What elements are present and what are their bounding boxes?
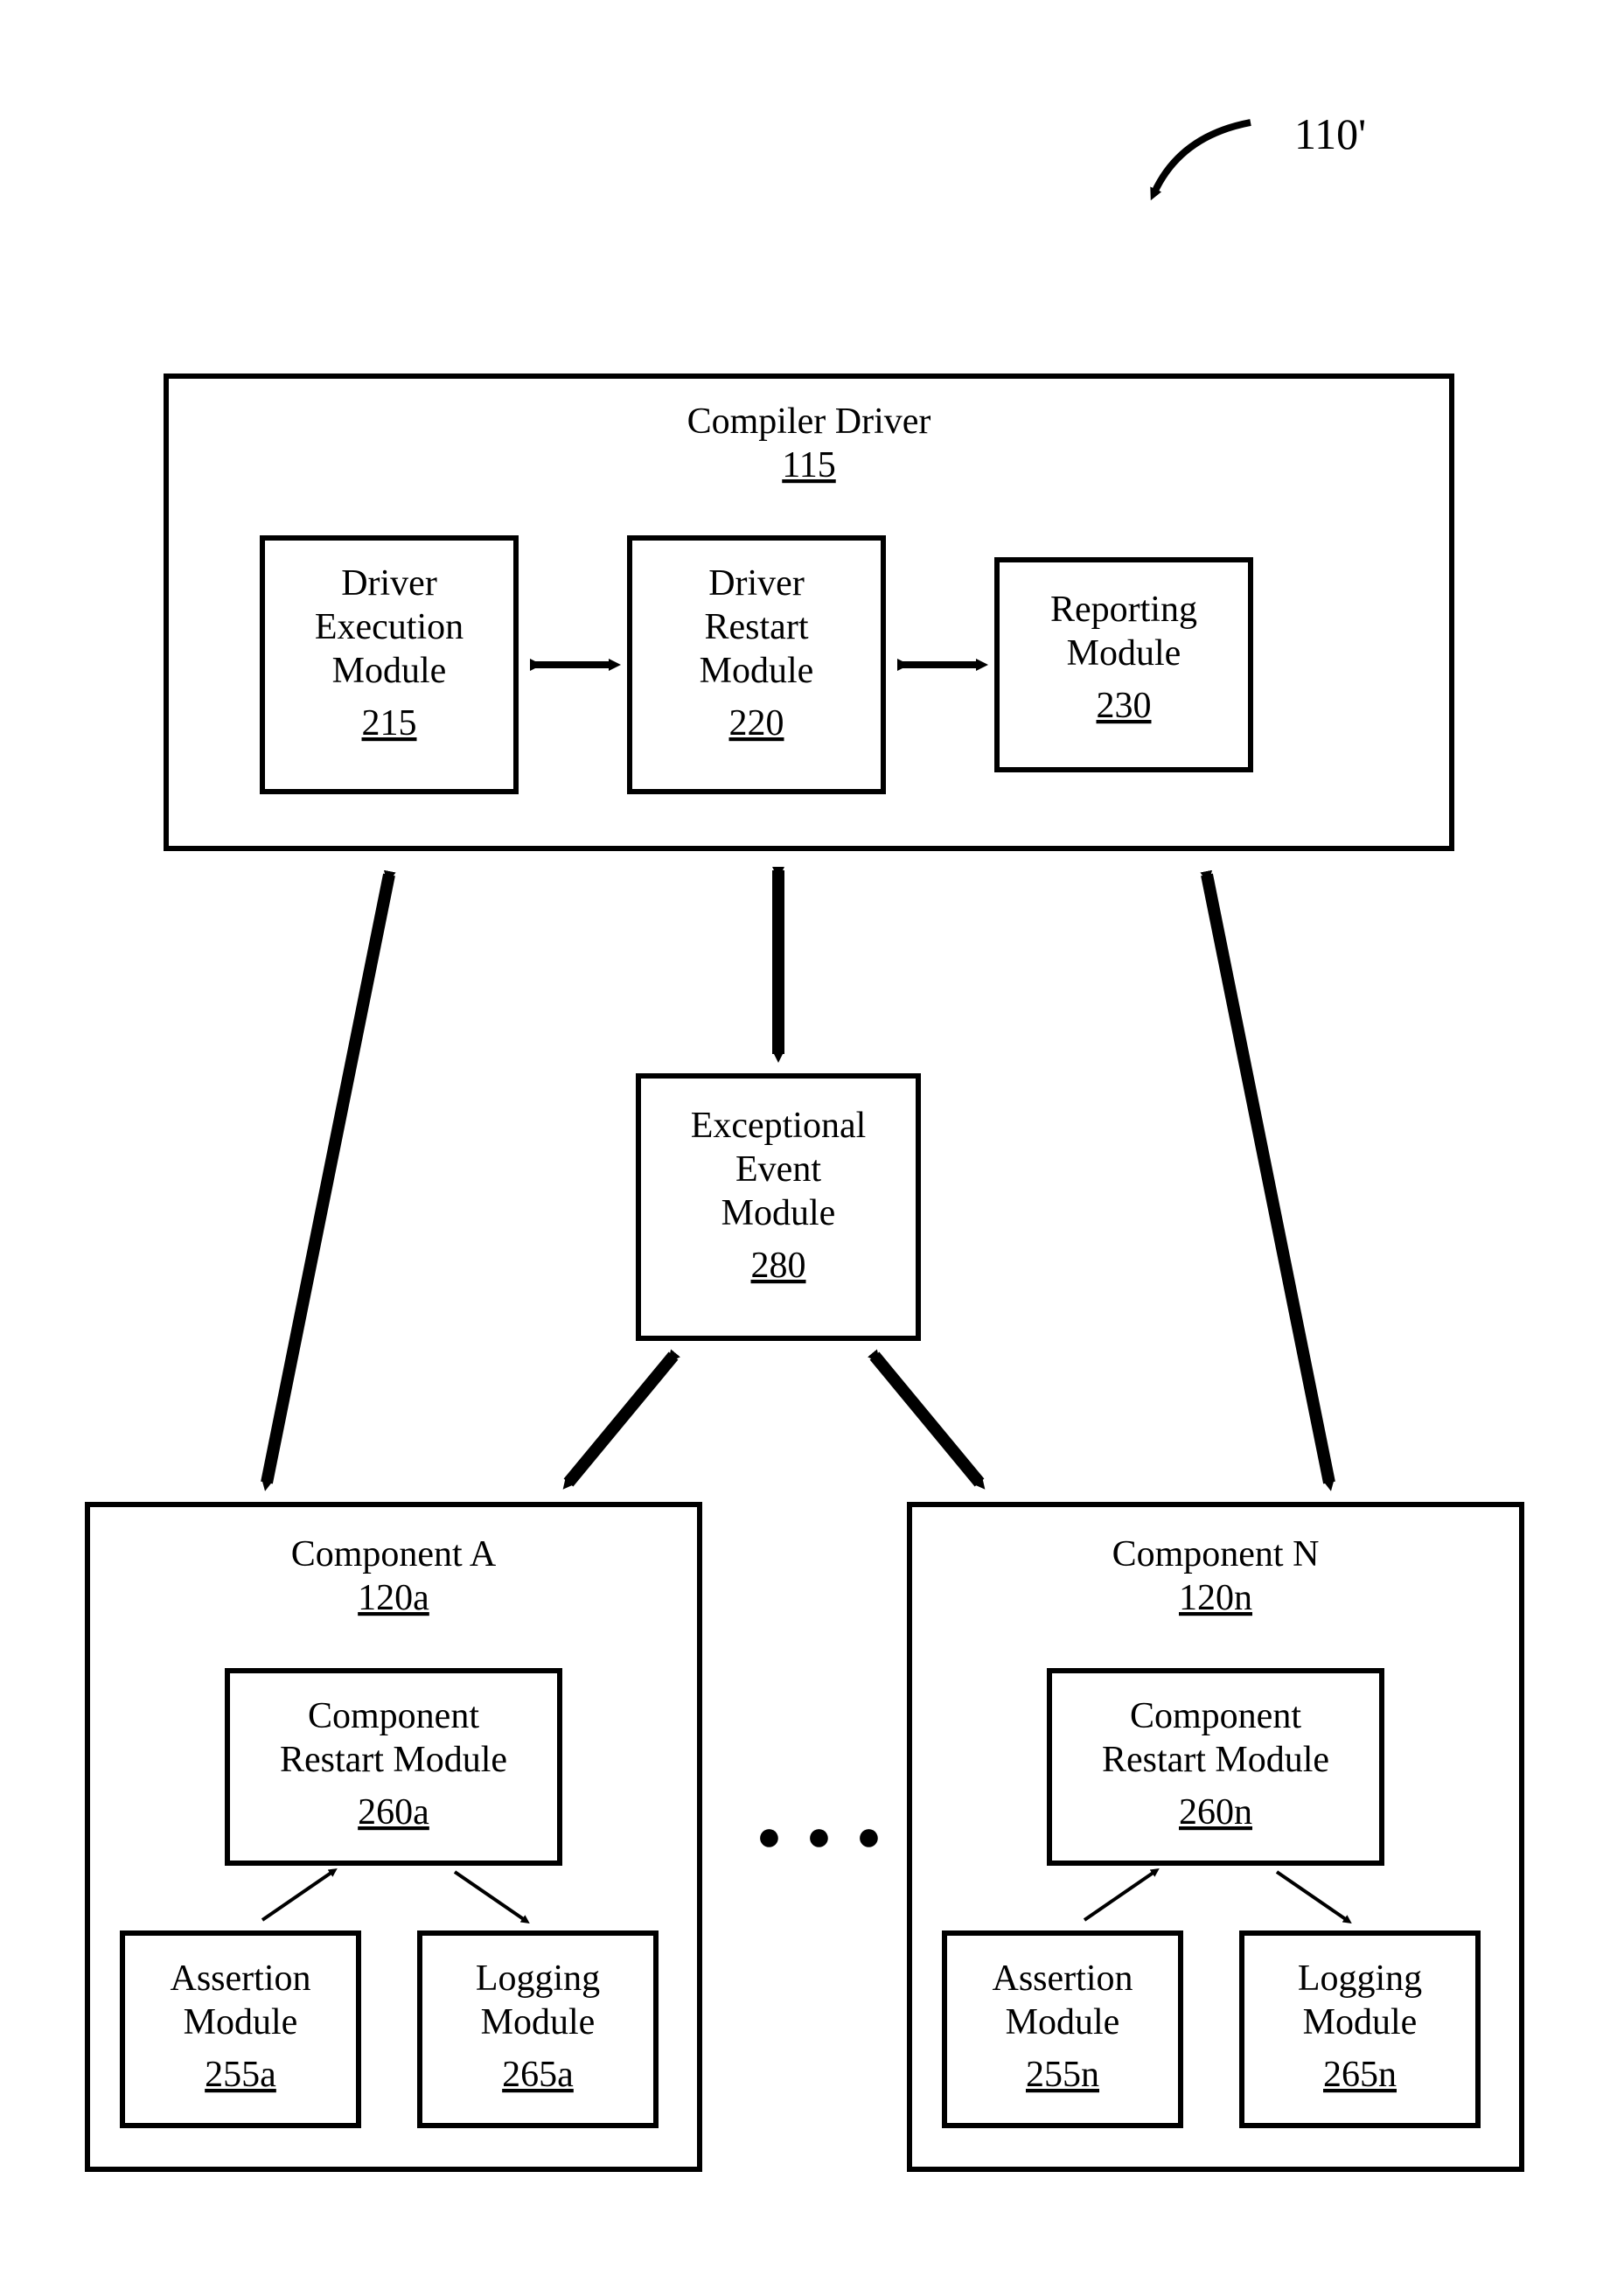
exceptional-ref: 280 (751, 1246, 806, 1286)
exceptional-l3: Module (721, 1193, 836, 1233)
compN-assertion-ref: 255n (1026, 2055, 1099, 2095)
component-n-title: Component N (1112, 1534, 1320, 1574)
reporting-l1: Reporting (1050, 590, 1197, 630)
compA-logging-l1: Logging (476, 1958, 600, 1999)
component-n-ref: 120n (1179, 1578, 1252, 1618)
arrow-compA-restart-log (455, 1872, 525, 1920)
compA-restart-l1: Component (308, 1696, 479, 1736)
reporting-ref: 230 (1097, 686, 1152, 726)
driver-execution-l1: Driver (341, 563, 437, 604)
compN-assertion-l1: Assertion (993, 1958, 1133, 1999)
driver-restart-l3: Module (700, 651, 814, 691)
driver-restart-ref: 220 (729, 703, 784, 744)
arrow-exceptional-compN (875, 1356, 979, 1483)
compA-assertion-l2: Module (184, 2002, 298, 2042)
compN-logging-l1: Logging (1298, 1958, 1422, 1999)
driver-restart-l1: Driver (708, 563, 805, 604)
compA-logging-ref: 265a (502, 2055, 574, 2095)
compiler-driver-title: Compiler Driver (687, 401, 931, 442)
reporting-l2: Module (1067, 633, 1181, 674)
compiler-driver-ref: 115 (782, 445, 835, 485)
driver-execution-ref: 215 (362, 703, 417, 744)
figure-pointer (1154, 122, 1251, 192)
compA-assertion-ref: 255a (205, 2055, 276, 2095)
figure-label: 110' (1294, 109, 1366, 158)
compN-assertion-l2: Module (1006, 2002, 1120, 2042)
compA-logging-l2: Module (481, 2002, 596, 2042)
exceptional-l2: Event (735, 1149, 821, 1190)
arrow-compA-assert-restart (262, 1872, 332, 1920)
compN-logging-ref: 265n (1323, 2055, 1397, 2095)
arrow-driver-compA (267, 875, 389, 1483)
driver-restart-l2: Restart (705, 607, 809, 647)
compA-assertion-l1: Assertion (171, 1958, 311, 1999)
arrow-compN-assert-restart (1084, 1872, 1154, 1920)
compN-logging-l2: Module (1303, 2002, 1418, 2042)
arrow-driver-compN (1207, 875, 1329, 1483)
component-a-ref: 120a (358, 1578, 429, 1618)
arrow-exceptional-compA (568, 1356, 673, 1483)
arrow-compN-restart-log (1277, 1872, 1347, 1920)
exceptional-l1: Exceptional (691, 1106, 867, 1146)
component-a-title: Component A (291, 1534, 497, 1574)
compA-restart-ref: 260a (358, 1792, 429, 1833)
driver-execution-l3: Module (332, 651, 447, 691)
compN-restart-l2: Restart Module (1102, 1740, 1329, 1780)
compN-restart-l1: Component (1130, 1696, 1301, 1736)
diagram-canvas: 110' Compiler Driver 115 Driver Executio… (0, 0, 1624, 2276)
ellipsis: ● ● ● (756, 1813, 889, 1860)
compA-restart-l2: Restart Module (280, 1740, 507, 1780)
driver-execution-l2: Execution (315, 607, 464, 647)
compN-restart-ref: 260n (1179, 1792, 1252, 1833)
